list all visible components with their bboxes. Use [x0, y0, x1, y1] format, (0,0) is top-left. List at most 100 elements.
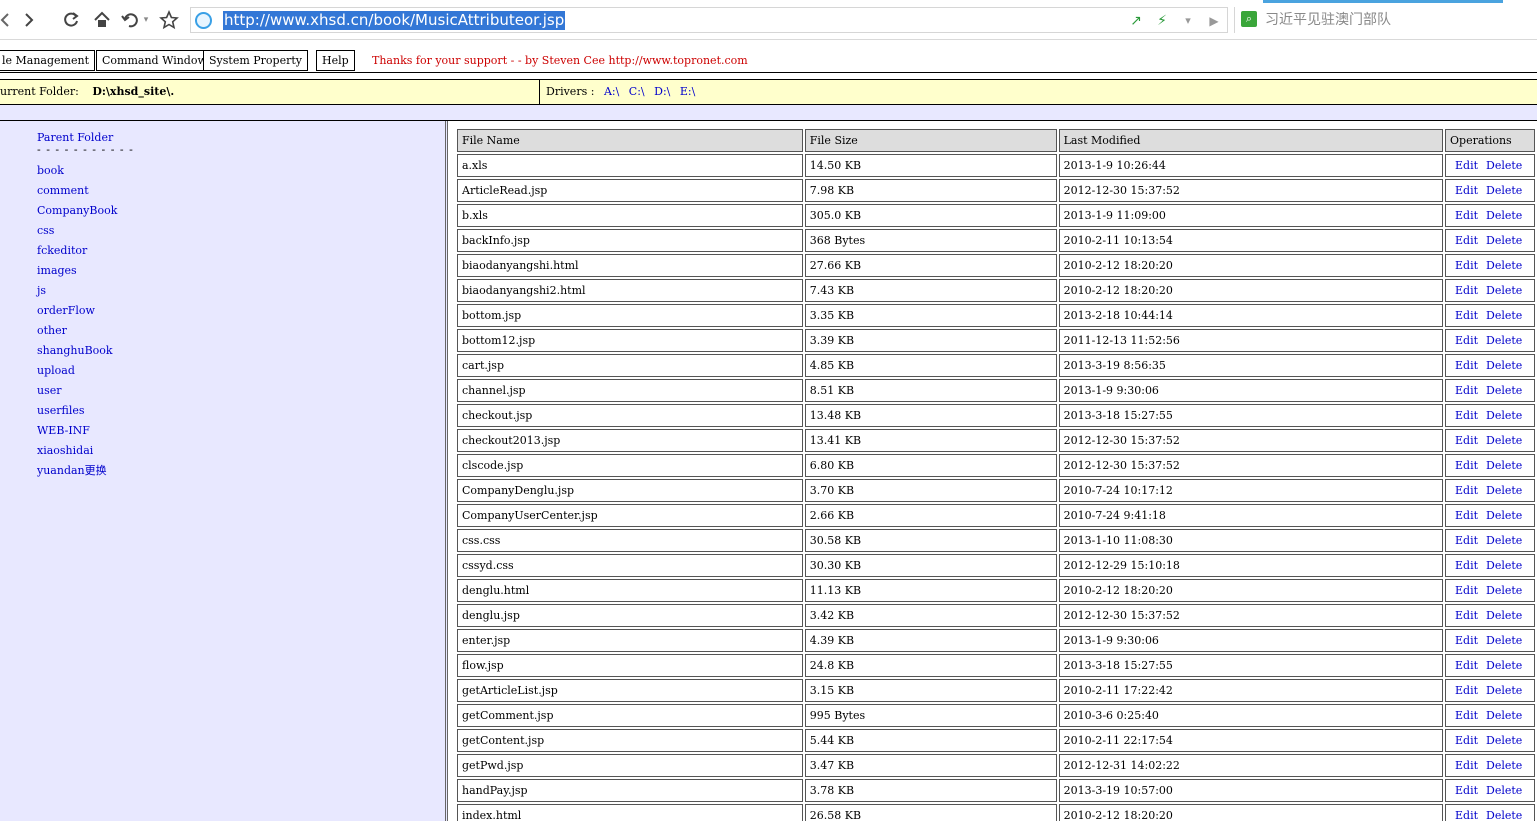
delete-link[interactable]: Delete: [1486, 159, 1522, 172]
undo-icon[interactable]: [119, 9, 141, 31]
undo-dropdown-icon[interactable]: ▾: [140, 9, 152, 31]
edit-link[interactable]: Edit: [1455, 684, 1478, 697]
delete-link[interactable]: Delete: [1486, 434, 1522, 447]
favorite-star-icon[interactable]: [158, 9, 180, 31]
delete-link[interactable]: Delete: [1486, 559, 1522, 572]
search-engine-icon[interactable]: ⌕: [1241, 11, 1257, 27]
table-row: CompanyUserCenter.jsp 2.66 KB 2010-7-24 9:…: [457, 504, 1535, 527]
edit-link[interactable]: Edit: [1455, 634, 1478, 647]
folder-link[interactable]: CompanyBook: [37, 204, 117, 224]
edit-link[interactable]: Edit: [1455, 709, 1478, 722]
drive-a-link[interactable]: A:\: [604, 85, 619, 98]
folder-link[interactable]: css: [37, 224, 117, 244]
delete-link[interactable]: Delete: [1486, 184, 1522, 197]
folder-link[interactable]: xiaoshidai: [37, 444, 117, 464]
tab-accent: [1263, 0, 1503, 3]
delete-link[interactable]: Delete: [1486, 259, 1522, 272]
folder-link[interactable]: user: [37, 384, 117, 404]
edit-link[interactable]: Edit: [1455, 584, 1478, 597]
edit-link[interactable]: Edit: [1455, 734, 1478, 747]
edit-link[interactable]: Edit: [1455, 534, 1478, 547]
delete-link[interactable]: Delete: [1486, 209, 1522, 222]
search-box[interactable]: ⌕ 习近平见驻澳门部队: [1234, 7, 1537, 33]
edit-link[interactable]: Edit: [1455, 334, 1478, 347]
edit-link[interactable]: Edit: [1455, 484, 1478, 497]
delete-link[interactable]: Delete: [1486, 584, 1522, 597]
edit-link[interactable]: Edit: [1455, 509, 1478, 522]
home-icon[interactable]: [91, 9, 113, 31]
delete-link[interactable]: Delete: [1486, 234, 1522, 247]
search-input[interactable]: 习近平见驻澳门部队: [1265, 10, 1391, 30]
folder-link[interactable]: comment: [37, 184, 117, 204]
delete-link[interactable]: Delete: [1486, 609, 1522, 622]
folder-link[interactable]: fckeditor: [37, 244, 117, 264]
folder-link[interactable]: images: [37, 264, 117, 284]
system-property-button[interactable]: System Property: [203, 50, 308, 71]
edit-link[interactable]: Edit: [1455, 384, 1478, 397]
back-icon[interactable]: [0, 9, 16, 31]
delete-link[interactable]: Delete: [1486, 684, 1522, 697]
delete-link[interactable]: Delete: [1486, 484, 1522, 497]
folder-link[interactable]: upload: [37, 364, 117, 384]
edit-link[interactable]: Edit: [1455, 234, 1478, 247]
folder-link[interactable]: WEB-INF: [37, 424, 117, 444]
dropdown-icon[interactable]: ▾: [1181, 11, 1195, 31]
folder-link[interactable]: other: [37, 324, 117, 344]
folder-link[interactable]: book: [37, 164, 117, 184]
url-text[interactable]: http://www.xhsd.cn/book/MusicAttributeor…: [223, 11, 566, 30]
folder-link[interactable]: orderFlow: [37, 304, 117, 324]
forward-icon[interactable]: [18, 9, 40, 31]
delete-link[interactable]: Delete: [1486, 334, 1522, 347]
delete-link[interactable]: Delete: [1486, 709, 1522, 722]
delete-link[interactable]: Delete: [1486, 384, 1522, 397]
edit-link[interactable]: Edit: [1455, 284, 1478, 297]
delete-link[interactable]: Delete: [1486, 784, 1522, 797]
edit-link[interactable]: Edit: [1455, 409, 1478, 422]
edit-link[interactable]: Edit: [1455, 159, 1478, 172]
edit-link[interactable]: Edit: [1455, 559, 1478, 572]
delete-link[interactable]: Delete: [1486, 509, 1522, 522]
share-icon[interactable]: ↗: [1129, 11, 1143, 31]
last-modified-cell: 2010-2-12 18:20:20: [1058, 254, 1444, 277]
lightning-icon[interactable]: ⚡: [1155, 11, 1169, 31]
drive-d-link[interactable]: D:\: [654, 85, 670, 98]
folder-link[interactable]: userfiles: [37, 404, 117, 424]
help-button[interactable]: Help: [316, 50, 355, 71]
edit-link[interactable]: Edit: [1455, 809, 1478, 821]
delete-link[interactable]: Delete: [1486, 359, 1522, 372]
delete-link[interactable]: Delete: [1486, 409, 1522, 422]
file-management-button[interactable]: le Management: [0, 50, 95, 71]
table-row: denglu.html 11.13 KB 2010-2-12 18:20:20 Edi…: [457, 579, 1535, 602]
go-icon[interactable]: ▶: [1207, 11, 1221, 31]
table-row: cart.jsp 4.85 KB 2013-3-19 8:56:35 Edit Dele…: [457, 354, 1535, 377]
delete-link[interactable]: Delete: [1486, 284, 1522, 297]
drive-e-link[interactable]: E:\: [680, 85, 695, 98]
folder-link[interactable]: shanghuBook: [37, 344, 117, 364]
delete-link[interactable]: Delete: [1486, 659, 1522, 672]
delete-link[interactable]: Delete: [1486, 534, 1522, 547]
edit-link[interactable]: Edit: [1455, 659, 1478, 672]
edit-link[interactable]: Edit: [1455, 784, 1478, 797]
delete-link[interactable]: Delete: [1486, 634, 1522, 647]
last-modified-cell: 2013-3-19 10:57:00: [1058, 779, 1444, 802]
edit-link[interactable]: Edit: [1455, 309, 1478, 322]
folder-link[interactable]: yuandan更换: [37, 464, 117, 484]
address-bar[interactable]: http://www.xhsd.cn/book/MusicAttributeor…: [190, 7, 1228, 33]
drive-c-link[interactable]: C:\: [629, 85, 645, 98]
edit-link[interactable]: Edit: [1455, 209, 1478, 222]
folder-link[interactable]: js: [37, 284, 117, 304]
edit-link[interactable]: Edit: [1455, 609, 1478, 622]
command-window-button[interactable]: Command Window: [96, 50, 213, 71]
edit-link[interactable]: Edit: [1455, 459, 1478, 472]
edit-link[interactable]: Edit: [1455, 434, 1478, 447]
delete-link[interactable]: Delete: [1486, 759, 1522, 772]
edit-link[interactable]: Edit: [1455, 184, 1478, 197]
edit-link[interactable]: Edit: [1455, 359, 1478, 372]
refresh-icon[interactable]: [60, 9, 82, 31]
edit-link[interactable]: Edit: [1455, 759, 1478, 772]
delete-link[interactable]: Delete: [1486, 734, 1522, 747]
delete-link[interactable]: Delete: [1486, 809, 1522, 821]
delete-link[interactable]: Delete: [1486, 309, 1522, 322]
edit-link[interactable]: Edit: [1455, 259, 1478, 272]
delete-link[interactable]: Delete: [1486, 459, 1522, 472]
